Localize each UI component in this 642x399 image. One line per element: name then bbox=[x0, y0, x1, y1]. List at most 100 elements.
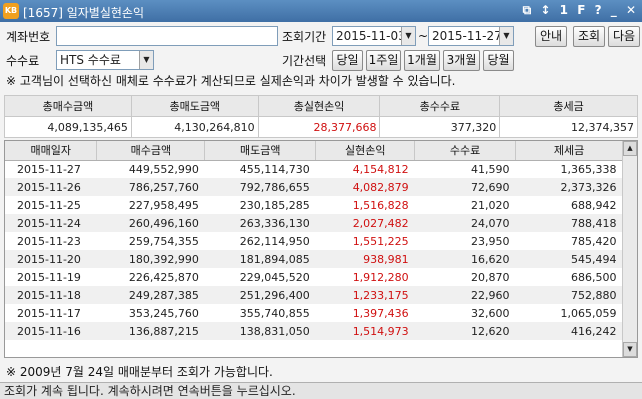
cell-fee: 22,960 bbox=[414, 286, 516, 304]
cell-fee: 12,620 bbox=[414, 322, 516, 340]
summary-header-buy: 총매수금액 bbox=[4, 95, 132, 117]
help-icon[interactable]: ? bbox=[595, 3, 602, 17]
table-row[interactable]: 2015-11-26 786,257,760 792,786,655 4,082,87… bbox=[5, 178, 623, 196]
cell-sell: 355,740,855 bbox=[239, 306, 310, 320]
cell-date: 2015-11-26 bbox=[5, 178, 97, 196]
restore-icon[interactable]: ⧉ bbox=[523, 3, 532, 17]
date-to-value: 2015-11-27 bbox=[432, 29, 502, 43]
cell-sell: 792,786,655 bbox=[204, 178, 316, 196]
account-label: 계좌번호 bbox=[6, 30, 51, 44]
cell-fee: 24,070 bbox=[414, 214, 516, 232]
scroll-down-icon[interactable]: ▼ bbox=[623, 342, 637, 357]
next-button[interactable]: 다음 bbox=[608, 26, 640, 47]
cell-buy: 249,287,385 bbox=[96, 286, 205, 304]
period-label: 조회기간 bbox=[282, 30, 327, 44]
cell-buy: 259,754,355 bbox=[128, 234, 199, 248]
cell-buy: 449,552,990 bbox=[128, 162, 199, 176]
table-row[interactable]: 2015-11-25 227,958,495 230,185,285 1,516,82… bbox=[5, 196, 623, 214]
summary-header-sell: 총매도금액 bbox=[130, 95, 259, 117]
cell-sell: 181,894,085 bbox=[204, 250, 316, 268]
scroll-up-icon[interactable]: ▲ bbox=[623, 141, 637, 156]
account-input[interactable] bbox=[56, 26, 278, 46]
cell-tax: 1,065,059 bbox=[560, 306, 617, 320]
chevron-down-icon[interactable]: ▼ bbox=[139, 51, 153, 69]
detail-table: 매매일자 매수금액 매도금액 실현손익 수수료 제세금 2015-11-27 44… bbox=[5, 141, 623, 340]
cell-tax: 416,242 bbox=[515, 322, 623, 340]
chevron-down-icon[interactable]: ▼ bbox=[499, 27, 513, 45]
cell-date: 2015-11-23 bbox=[17, 234, 81, 248]
period-1month-button[interactable]: 1개월 bbox=[404, 50, 440, 71]
cell-sell: 230,185,285 bbox=[239, 198, 310, 212]
cell-profit: 1,233,175 bbox=[315, 286, 415, 304]
cell-sell: 251,296,400 bbox=[204, 286, 316, 304]
table-row[interactable]: 2015-11-20 180,392,990 181,894,085 938,981 1… bbox=[5, 250, 623, 268]
column-header-tax: 제세금 bbox=[515, 141, 623, 161]
table-row[interactable]: 2015-11-23 259,754,355 262,114,950 1,551,22… bbox=[5, 232, 623, 250]
chevron-down-icon[interactable]: ▼ bbox=[401, 27, 415, 45]
vertical-scrollbar[interactable]: ▲ ▼ bbox=[622, 141, 637, 357]
fee-notice: ※ 고객님이 선택하신 매체로 수수료가 계산되므로 실제손익과 차이가 발생할… bbox=[6, 74, 456, 88]
cell-sell: 262,114,950 bbox=[239, 234, 310, 248]
fee-label: 수수료 bbox=[6, 54, 40, 68]
table-row[interactable]: 2015-11-19 226,425,870 229,045,520 1,912,28… bbox=[5, 268, 623, 286]
summary-header-profit: 총실현손익 bbox=[257, 95, 381, 117]
cell-tax: 545,494 bbox=[515, 250, 623, 268]
cell-profit: 1,912,280 bbox=[352, 270, 409, 284]
guide-button[interactable]: 안내 bbox=[535, 26, 567, 47]
close-icon[interactable]: ✕ bbox=[626, 3, 636, 17]
cell-tax: 686,500 bbox=[571, 270, 617, 284]
cell-tax: 752,880 bbox=[515, 286, 623, 304]
date-from-input[interactable]: 2015-11-03 ▼ bbox=[332, 26, 416, 46]
cell-tax: 688,942 bbox=[571, 198, 617, 212]
minimize-icon[interactable]: _ bbox=[611, 3, 617, 17]
query-button[interactable]: 조회 bbox=[573, 26, 605, 47]
cell-fee: 23,950 bbox=[471, 234, 510, 248]
f-button[interactable]: F bbox=[577, 3, 585, 17]
cell-profit: 1,551,225 bbox=[352, 234, 409, 248]
cell-fee: 32,600 bbox=[471, 306, 510, 320]
table-row[interactable]: 2015-11-16 136,887,215 138,831,050 1,514,97… bbox=[5, 322, 623, 340]
cell-date: 2015-11-19 bbox=[17, 270, 81, 284]
period-3month-button[interactable]: 3개월 bbox=[443, 50, 480, 71]
cell-tax: 1,365,338 bbox=[560, 162, 617, 176]
cell-buy: 786,257,760 bbox=[96, 178, 205, 196]
cell-profit: 4,154,812 bbox=[352, 162, 409, 176]
cell-fee: 41,590 bbox=[471, 162, 510, 176]
table-row[interactable]: 2015-11-24 260,496,160 263,336,130 2,027,48… bbox=[5, 214, 623, 232]
table-row[interactable]: 2015-11-17 353,245,760 355,740,855 1,397,43… bbox=[5, 304, 623, 322]
title-bar: KB [1657] 일자별실현손익 ⧉ ↕ 1 F ? _ ✕ bbox=[0, 0, 642, 22]
cell-date: 2015-11-20 bbox=[5, 250, 97, 268]
column-header-date: 매매일자 bbox=[5, 141, 98, 161]
date-from-value: 2015-11-03 bbox=[336, 29, 406, 43]
cell-date: 2015-11-18 bbox=[5, 286, 97, 304]
cell-tax: 788,418 bbox=[515, 214, 623, 232]
resize-icon[interactable]: ↕ bbox=[540, 3, 550, 17]
summary-header-tax: 총세금 bbox=[499, 95, 638, 117]
link-1-button[interactable]: 1 bbox=[560, 3, 568, 17]
cell-fee: 21,020 bbox=[471, 198, 510, 212]
cell-tax: 785,420 bbox=[571, 234, 617, 248]
cell-buy: 260,496,160 bbox=[96, 214, 205, 232]
cell-sell: 263,336,130 bbox=[204, 214, 316, 232]
cell-date: 2015-11-17 bbox=[17, 306, 81, 320]
period-thismonth-button[interactable]: 당월 bbox=[483, 50, 514, 71]
period-1week-button[interactable]: 1주일 bbox=[366, 50, 401, 71]
cell-tax: 2,373,326 bbox=[515, 178, 623, 196]
status-bar: 조회가 계속 됩니다. 계속하시려면 연속버튼을 누르십시오. bbox=[0, 382, 642, 399]
fee-select[interactable]: HTS 수수료 ▼ bbox=[56, 50, 154, 70]
table-row[interactable]: 2015-11-27 449,552,990 455,114,730 4,154,81… bbox=[5, 160, 623, 178]
cell-profit: 4,082,879 bbox=[315, 178, 415, 196]
cell-buy: 227,958,495 bbox=[128, 198, 199, 212]
date-to-input[interactable]: 2015-11-27 ▼ bbox=[428, 26, 514, 46]
cell-profit: 1,514,973 bbox=[315, 322, 415, 340]
cell-profit: 1,397,436 bbox=[352, 306, 409, 320]
cell-fee: 20,870 bbox=[471, 270, 510, 284]
cell-date: 2015-11-16 bbox=[5, 322, 97, 340]
app-logo: KB bbox=[3, 3, 19, 19]
period-today-button[interactable]: 당일 bbox=[332, 50, 363, 71]
column-header-fee: 수수료 bbox=[414, 141, 517, 161]
detail-grid[interactable]: 매매일자 매수금액 매도금액 실현손익 수수료 제세금 2015-11-27 44… bbox=[4, 140, 638, 358]
table-row[interactable]: 2015-11-18 249,287,385 251,296,400 1,233,17… bbox=[5, 286, 623, 304]
cell-fee: 72,690 bbox=[414, 178, 516, 196]
cell-sell: 229,045,520 bbox=[239, 270, 310, 284]
